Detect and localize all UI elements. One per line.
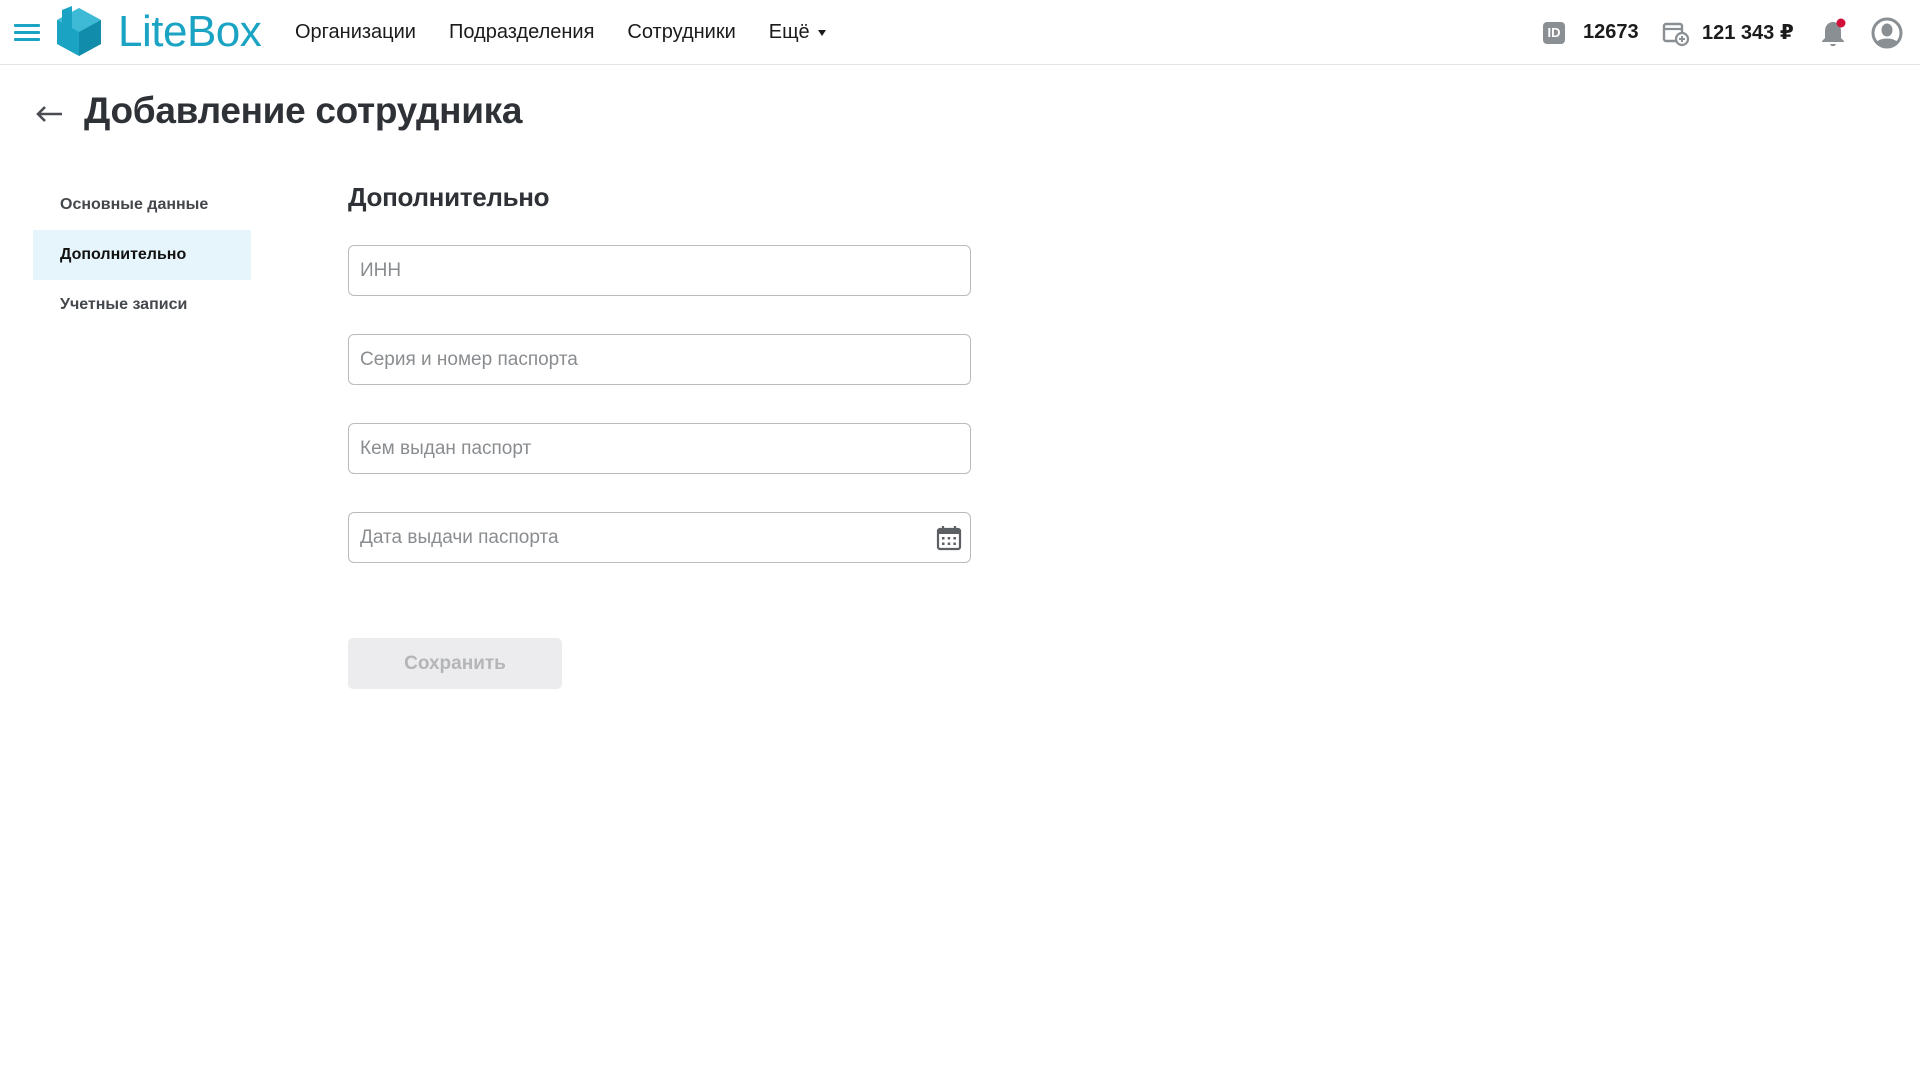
back-arrow-icon[interactable] — [34, 101, 66, 127]
section-title: Дополнительно — [348, 182, 550, 212]
menu-item-additional[interactable]: Дополнительно — [33, 230, 251, 280]
caret-down-icon — [817, 29, 826, 36]
balance[interactable]: 121 343 ₽ — [1662, 0, 1794, 65]
menu-item-label: Дополнительно — [60, 246, 187, 263]
menu-item-main-data[interactable]: Основные данные — [33, 180, 251, 230]
top-navigation-bar: LiteBox Организации Подразделения Сотруд… — [0, 0, 1920, 65]
calendar-icon[interactable] — [936, 525, 962, 551]
nav-item-label: Организации — [295, 21, 416, 43]
passport-issuer-input[interactable] — [349, 424, 970, 473]
notifications-button[interactable] — [1818, 0, 1850, 65]
menu-item-label: Основные данные — [60, 196, 209, 213]
inn-input[interactable] — [349, 246, 970, 295]
menu-item-accounts[interactable]: Учетные записи — [33, 280, 251, 330]
bell-icon — [1822, 18, 1846, 46]
litebox-logo[interactable]: LiteBox — [54, 6, 262, 58]
menu-item-label: Учетные записи — [60, 296, 188, 313]
nav-item-label: Ещё — [768, 21, 810, 43]
menu-icon[interactable] — [14, 24, 40, 42]
nav-item-organizations[interactable]: Организации — [295, 21, 416, 44]
passport-date-input[interactable] — [349, 513, 970, 562]
nav-item-label: Сотрудники — [627, 21, 736, 43]
profile-button[interactable] — [1871, 0, 1903, 65]
passport-date-field — [348, 512, 971, 563]
section-menu: Основные данные Дополнительно Учетные за… — [33, 180, 251, 330]
nav-item-employees[interactable]: Сотрудники — [627, 21, 735, 44]
nav-item-more-dropdown[interactable]: Ещё — [769, 21, 826, 44]
inn-field — [348, 245, 971, 296]
save-button[interactable]: Сохранить — [348, 638, 562, 689]
passport-number-input[interactable] — [349, 335, 970, 384]
nav-item-departments[interactable]: Подразделения — [449, 21, 594, 44]
passport-number-field — [348, 334, 971, 385]
litebox-logo-mark — [57, 6, 101, 56]
passport-issuer-field — [348, 423, 971, 474]
balance-value: 121 343 ₽ — [1702, 22, 1794, 44]
wallet-add-icon — [1662, 22, 1690, 46]
page-title: Добавление сотрудника — [84, 90, 523, 131]
nav-item-label: Подразделения — [448, 21, 595, 43]
logo-text: LiteBox — [118, 7, 262, 56]
main-navigation: Организации Подразделения Сотрудники Ещё — [295, 0, 859, 65]
user-avatar-icon — [1871, 17, 1903, 48]
account-id: ID 12673 — [1543, 0, 1639, 65]
id-icon: ID — [1543, 21, 1565, 44]
account-id-value: 12673 — [1583, 21, 1639, 43]
